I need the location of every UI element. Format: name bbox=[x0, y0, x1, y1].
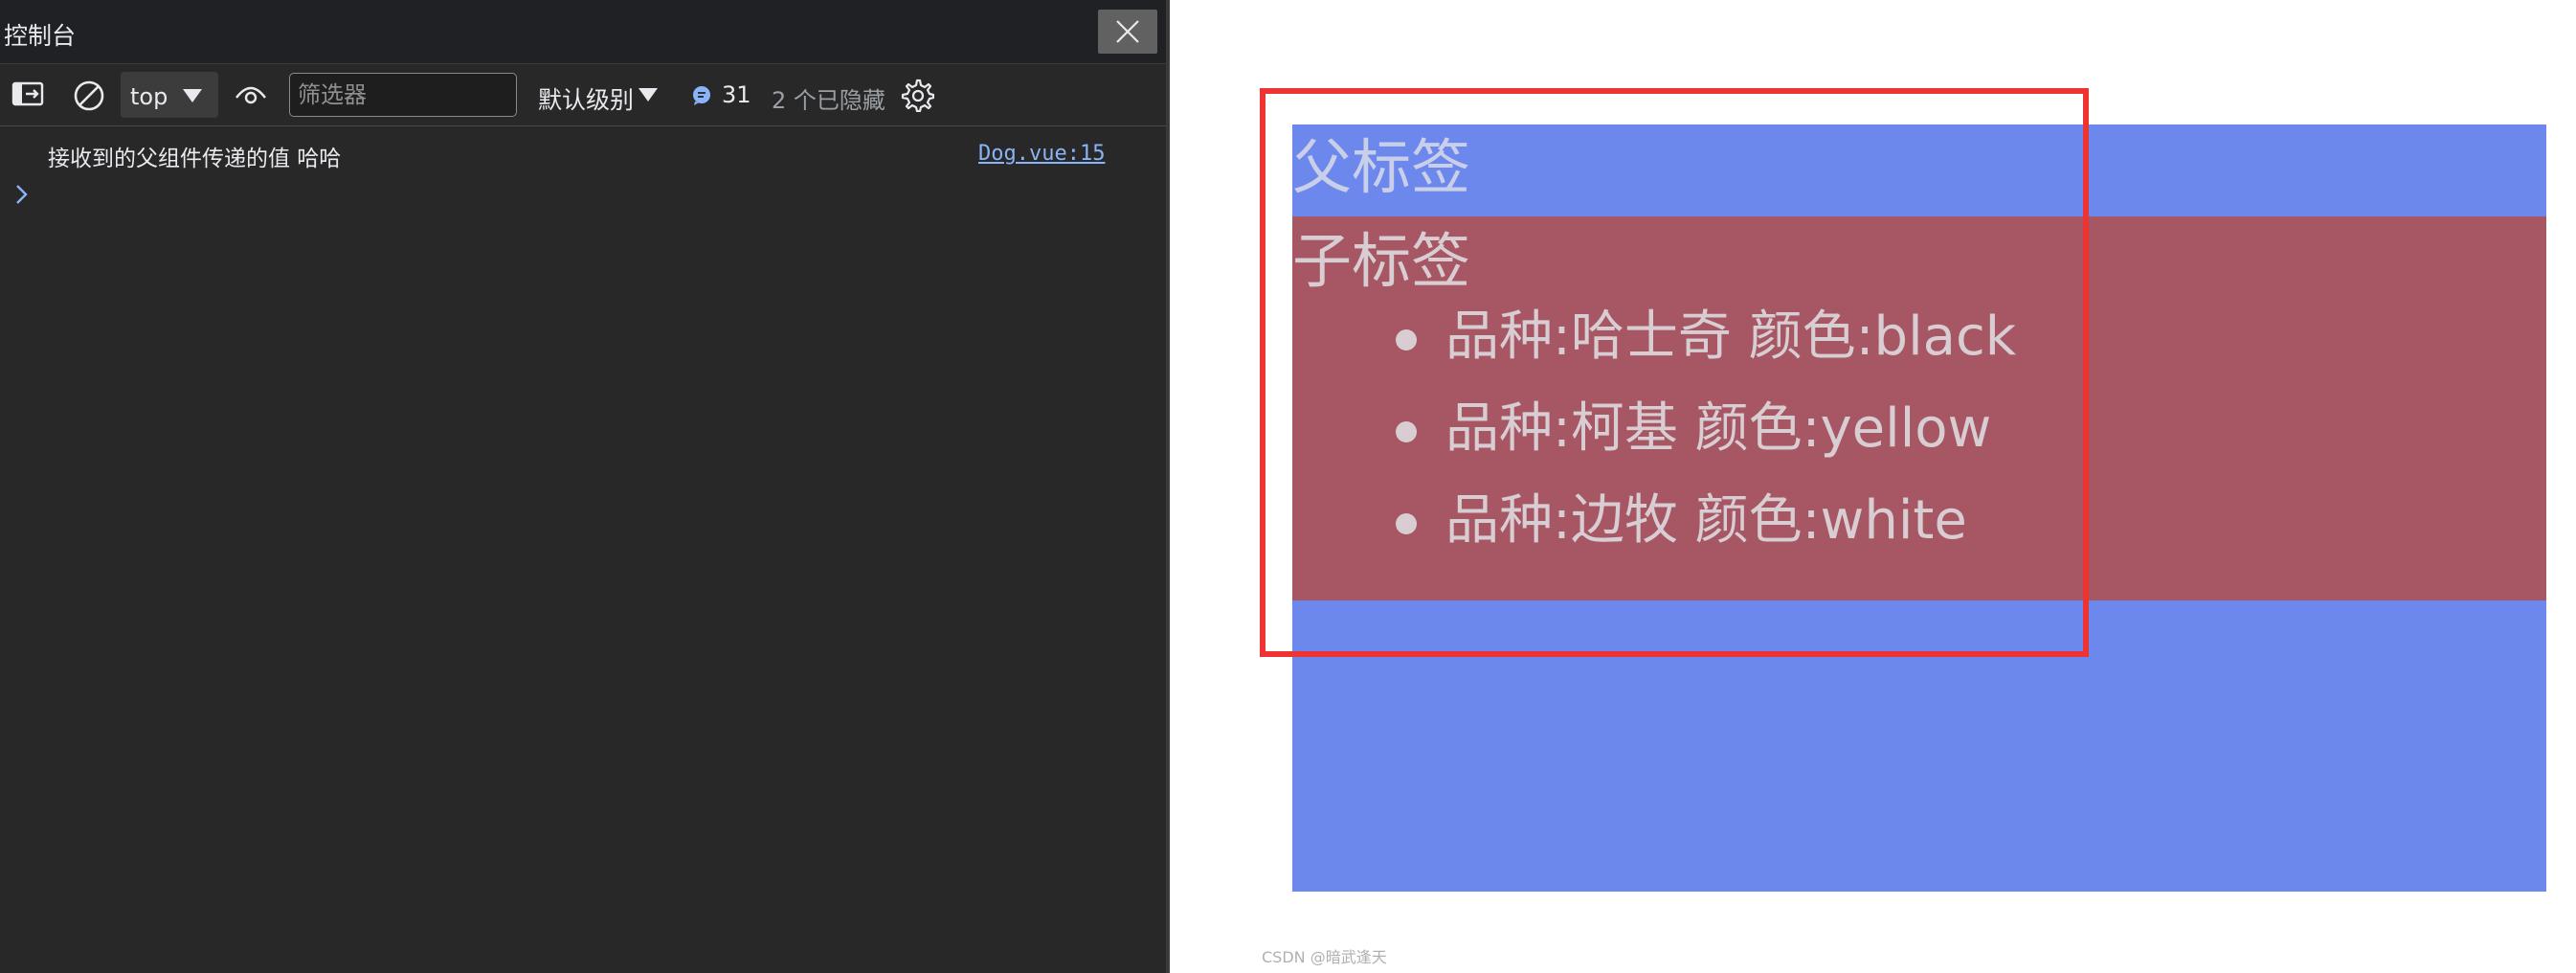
console-log-row: 接收到的父组件传递的值 哈哈 Dog.vue:15 bbox=[0, 138, 1166, 171]
console-output: 接收到的父组件传递的值 哈哈 Dog.vue:15 bbox=[0, 126, 1166, 973]
chevron-down-icon bbox=[183, 89, 202, 102]
live-expression-button[interactable] bbox=[234, 79, 268, 112]
filter-input[interactable] bbox=[289, 73, 517, 117]
message-count: 31 bbox=[722, 81, 751, 108]
dog-item-text: 品种:哈士奇 颜色:black bbox=[1445, 305, 2017, 368]
console-toolbar: top 默认级别 31 2 个已隐藏 bbox=[0, 64, 1166, 126]
clear-console-icon bbox=[74, 80, 104, 111]
gear-icon bbox=[901, 79, 935, 113]
child-component: 子标签 品种:哈士奇 颜色:black 品种:柯基 颜色:yellow 品种:边… bbox=[1292, 216, 2546, 600]
close-icon bbox=[1116, 20, 1139, 43]
devtools-console-panel: 控制台 top 筛选器 默认级别 31 2 个已隐藏 接收到的父组件传递的值 哈… bbox=[0, 0, 1166, 973]
dog-item-text: 品种:柯基 颜色:yellow bbox=[1445, 397, 1992, 460]
clear-console-button[interactable] bbox=[73, 79, 105, 116]
bullet-icon bbox=[1396, 421, 1417, 442]
hidden-messages-label: 2 个已隐藏 bbox=[772, 87, 885, 114]
sidebar-toggle-icon bbox=[11, 81, 44, 106]
parent-heading: 父标签 bbox=[1292, 132, 1471, 202]
chevron-down-icon bbox=[638, 88, 658, 102]
bullet-icon bbox=[1396, 329, 1417, 351]
console-settings-button[interactable] bbox=[900, 78, 935, 116]
console-prompt[interactable] bbox=[0, 178, 1166, 211]
list-item: 品种:哈士奇 颜色:black bbox=[1292, 310, 2016, 402]
context-select-value: top bbox=[130, 83, 168, 110]
watermark: CSDN @暗武逢天 bbox=[1262, 948, 1387, 966]
log-levels-label: 默认级别 bbox=[538, 86, 635, 114]
drawer-titlebar: 控制台 bbox=[0, 0, 1166, 64]
chevron-right-icon bbox=[16, 185, 28, 204]
page-viewport: 父标签 子标签 品种:哈士奇 颜色:black 品种:柯基 颜色:yellow … bbox=[1170, 0, 2576, 973]
log-message: 接收到的父组件传递的值 哈哈 bbox=[48, 147, 342, 171]
dog-list: 品种:哈士奇 颜色:black 品种:柯基 颜色:yellow 品种:边牧 颜色… bbox=[1292, 310, 2016, 586]
eye-icon bbox=[235, 86, 266, 104]
log-source-link[interactable]: Dog.vue:15 bbox=[978, 142, 1105, 166]
close-drawer-button[interactable] bbox=[1098, 10, 1157, 54]
show-sidebar-button[interactable] bbox=[11, 79, 44, 112]
list-item: 品种:边牧 颜色:white bbox=[1292, 494, 2016, 586]
child-heading: 子标签 bbox=[1292, 226, 1471, 296]
bullet-icon bbox=[1396, 513, 1417, 534]
parent-component: 父标签 子标签 品种:哈士奇 颜色:black 品种:柯基 颜色:yellow … bbox=[1292, 124, 2546, 892]
message-icon bbox=[693, 86, 710, 105]
context-select[interactable]: top bbox=[121, 72, 218, 118]
list-item: 品种:柯基 颜色:yellow bbox=[1292, 402, 2016, 494]
drawer-title: 控制台 bbox=[4, 22, 77, 50]
dog-item-text: 品种:边牧 颜色:white bbox=[1445, 489, 1967, 552]
